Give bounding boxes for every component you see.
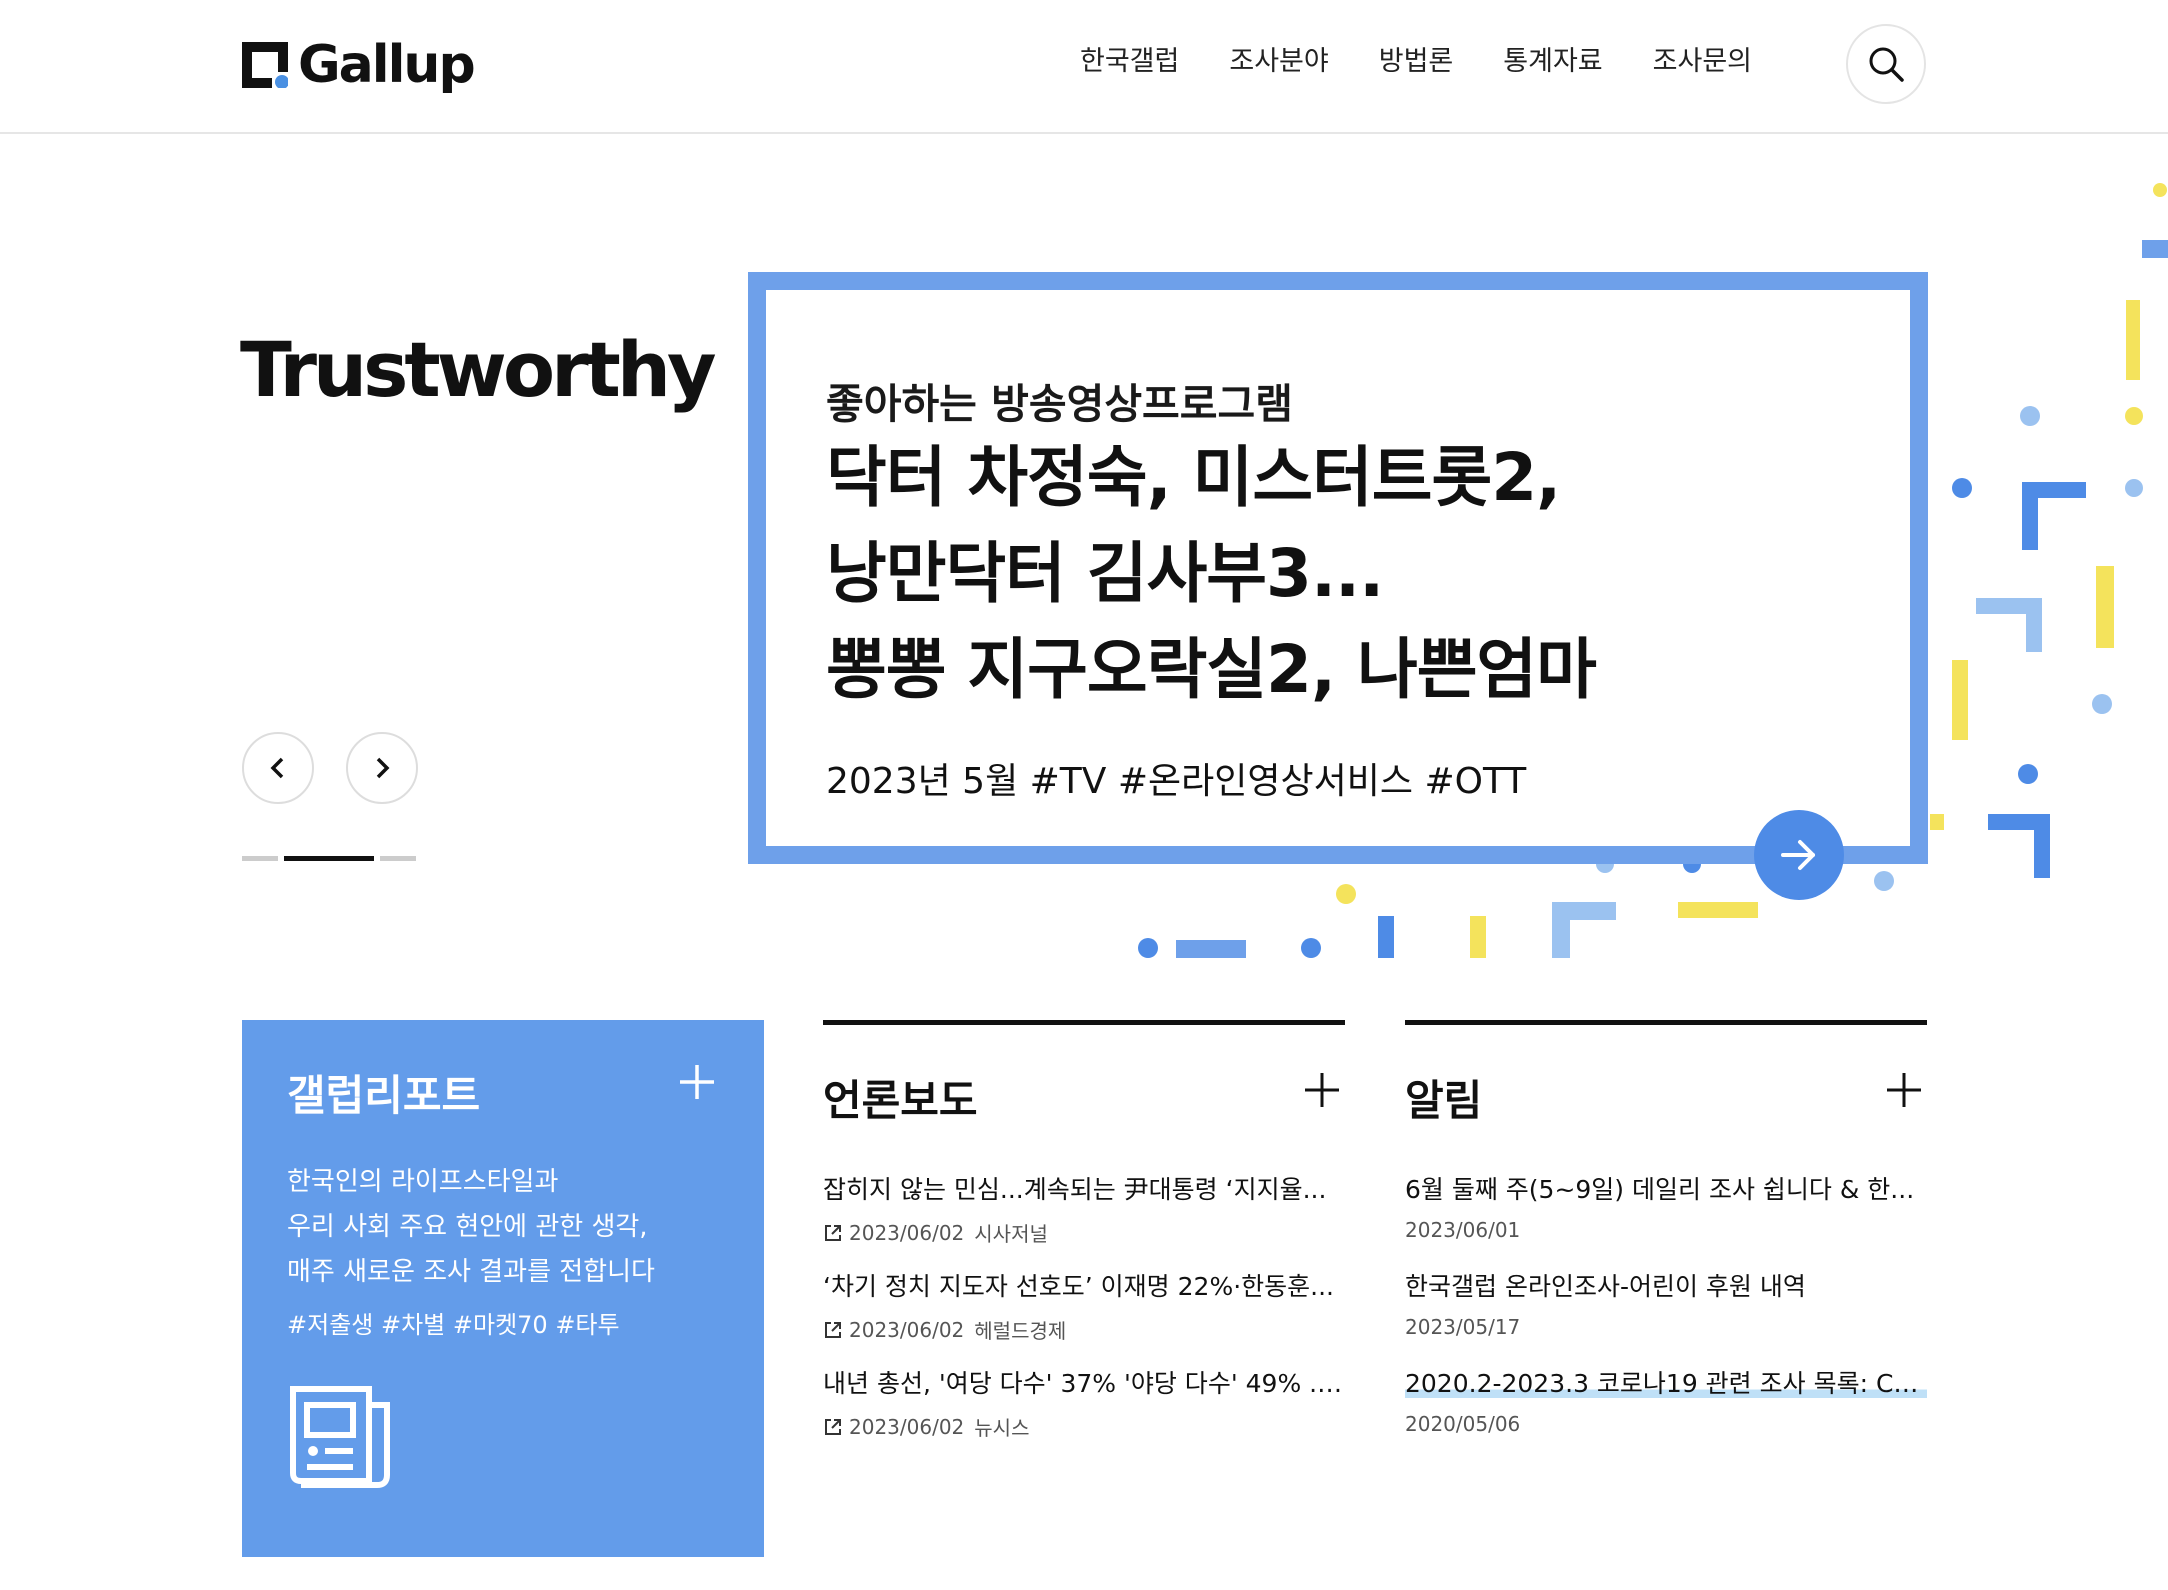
arrow-right-icon — [1781, 840, 1815, 870]
press-item-date: 2023/06/02 — [849, 1414, 965, 1439]
slide-dot-1[interactable] — [242, 856, 278, 861]
notice-section: 알림 6월 둘째 주(5~9일) 데일리 조사 쉽니다 & 한... 2023/… — [1405, 1020, 1927, 1436]
hero-tagline: Trustworthy — [240, 325, 717, 414]
nav-item-methodology[interactable]: 방법론 — [1379, 42, 1454, 82]
press-title: 언론보도 — [823, 1076, 978, 1125]
report-desc-line-2: 우리 사회 주요 현안에 관한 생각, — [287, 1212, 648, 1242]
notice-item-meta: 2023/05/17 — [1405, 1315, 1927, 1339]
notice-item-meta: 2023/06/01 — [1405, 1218, 1927, 1242]
main-nav: 한국갤럽 조사분야 방법론 통계자료 조사문의 — [1080, 42, 1802, 82]
nav-item-research-fields[interactable]: 조사분야 — [1229, 42, 1328, 82]
feature-headline-line-3: 뽕뽕 지구오락실2, 나쁜엄마 — [826, 631, 1597, 708]
external-link-icon — [825, 1418, 841, 1435]
featured-slide[interactable]: 좋아하는 방송영상프로그램 닥터 차정숙, 미스터트롯2, 낭만닥터 김사부3.… — [748, 272, 1928, 864]
notice-item-date: 2020/05/06 — [1405, 1412, 1521, 1436]
site-header: Gallup 한국갤럽 조사분야 방법론 통계자료 조사문의 — [0, 0, 2168, 134]
press-section: 언론보도 잡히지 않는 민심...계속되는 尹대통령 ‘지지율... 2023/… — [823, 1020, 1345, 1440]
slide-dot-2[interactable] — [284, 856, 374, 861]
notice-title: 알림 — [1405, 1076, 1483, 1125]
logo-text: Gallup — [298, 35, 476, 95]
notice-item[interactable]: 한국갤럽 온라인조사-어린이 후원 내역 2023/05/17 — [1405, 1267, 1927, 1339]
press-item-source: 시사저널 — [974, 1222, 1048, 1246]
notice-item[interactable]: 2020.2-2023.3 코로나19 관련 조사 목록: Co... 2020… — [1405, 1364, 1927, 1436]
nav-item-inquiry[interactable]: 조사문의 — [1653, 42, 1752, 82]
press-item-title[interactable]: ‘차기 정치 지도자 선호도’ 이재명 22%·한동훈... — [823, 1267, 1345, 1303]
chevron-left-icon — [270, 757, 284, 779]
next-slide-button[interactable] — [346, 732, 418, 804]
feature-go-button[interactable] — [1754, 810, 1844, 900]
press-item-meta: 2023/06/02 뉴시스 — [823, 1412, 1345, 1441]
report-tags: #저출생 #차별 #마켓70 #타투 — [287, 1311, 620, 1339]
feature-headline-line-1: 닥터 차정숙, 미스터트롯2, — [826, 439, 1561, 516]
press-item[interactable]: 잡히지 않는 민심...계속되는 尹대통령 ‘지지율... 2023/06/02… — [823, 1170, 1345, 1247]
logo-mark-icon — [242, 42, 289, 89]
report-title: 갤럽리포트 — [287, 1071, 481, 1120]
feature-headline-line-2: 낭만닥터 김사부3... — [826, 535, 1384, 612]
nav-item-korea-gallup[interactable]: 한국갤럽 — [1080, 42, 1179, 82]
search-icon — [1869, 47, 1904, 82]
notice-item-meta: 2020/05/06 — [1405, 1412, 1927, 1436]
report-desc-line-1: 한국인의 라이프스타일과 — [287, 1167, 559, 1197]
notice-item-title[interactable]: 한국갤럽 온라인조사-어린이 후원 내역 — [1405, 1267, 1927, 1303]
report-desc-line-3: 매주 새로운 조사 결과를 전합니다 — [287, 1257, 655, 1287]
newspaper-icon — [290, 1386, 390, 1488]
report-description: 한국인의 라이프스타일과 우리 사회 주요 현안에 관한 생각, 매주 새로운 … — [287, 1160, 655, 1295]
search-button[interactable] — [1846, 24, 1926, 104]
press-item-source: 뉴시스 — [974, 1416, 1030, 1440]
press-item-source: 헤럴드경제 — [974, 1319, 1067, 1343]
feature-category: 좋아하는 방송영상프로그램 — [826, 380, 1293, 428]
press-item-title[interactable]: 내년 총선, '여당 다수' 37% '야당 다수' 49% ...... — [823, 1364, 1345, 1400]
plus-icon[interactable] — [677, 1062, 717, 1102]
feature-headline: 닥터 차정숙, 미스터트롯2, 낭만닥터 김사부3... 뽕뽕 지구오락실2, … — [826, 430, 1597, 718]
external-link-icon — [825, 1224, 841, 1241]
notice-item-title[interactable]: 6월 둘째 주(5~9일) 데일리 조사 쉽니다 & 한... — [1405, 1170, 1927, 1206]
press-item[interactable]: ‘차기 정치 지도자 선호도’ 이재명 22%·한동훈... 2023/06/0… — [823, 1267, 1345, 1344]
prev-slide-button[interactable] — [242, 732, 314, 804]
press-item[interactable]: 내년 총선, '여당 다수' 37% '야당 다수' 49% ...... 20… — [823, 1364, 1345, 1441]
nav-item-statistics[interactable]: 통계자료 — [1503, 42, 1602, 82]
notice-item-date: 2023/06/01 — [1405, 1218, 1521, 1242]
press-item-meta: 2023/06/02 시사저널 — [823, 1218, 1345, 1247]
slide-dot-3[interactable] — [380, 856, 416, 861]
plus-icon[interactable] — [1303, 1071, 1341, 1109]
press-item-date: 2023/06/02 — [849, 1220, 965, 1245]
notice-item-date: 2023/05/17 — [1405, 1315, 1521, 1339]
press-item-meta: 2023/06/02 헤럴드경제 — [823, 1315, 1345, 1344]
gallup-report-card[interactable]: 갤럽리포트 한국인의 라이프스타일과 우리 사회 주요 현안에 관한 생각, 매… — [242, 1020, 764, 1557]
notice-item[interactable]: 6월 둘째 주(5~9일) 데일리 조사 쉽니다 & 한... 2023/06/… — [1405, 1170, 1927, 1242]
gallup-logo[interactable]: Gallup — [242, 30, 476, 100]
plus-icon[interactable] — [1885, 1071, 1923, 1109]
press-item-title[interactable]: 잡히지 않는 민심...계속되는 尹대통령 ‘지지율... — [823, 1170, 1345, 1206]
chevron-right-icon — [376, 757, 390, 779]
feature-tags: 2023년 5월 #TV #온라인영상서비스 #OTT — [826, 761, 1527, 802]
external-link-icon — [825, 1321, 841, 1338]
press-item-date: 2023/06/02 — [849, 1317, 965, 1342]
notice-item-title[interactable]: 2020.2-2023.3 코로나19 관련 조사 목록: Co... — [1405, 1369, 1927, 1398]
slide-indicator — [242, 856, 422, 861]
